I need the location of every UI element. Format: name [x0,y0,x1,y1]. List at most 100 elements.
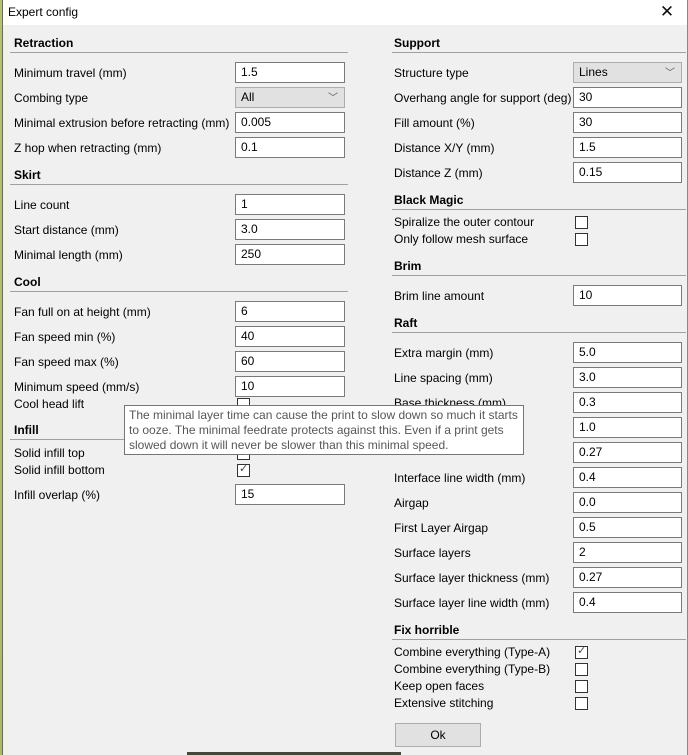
label-fan-speed-min: Fan speed min (%) [14,330,116,344]
input-extra-margin-mm[interactable]: 5.0 [573,342,682,363]
label-infill-overlap: Infill overlap (%) [14,488,101,502]
section-title-support: Support [394,36,440,50]
input-first-layer-airgap[interactable]: 0.5 [573,517,682,538]
label-solid-infill-top: Solid infill top [14,446,85,460]
section-divider [392,275,686,276]
label-z-hop-when-retracting-mm: Z hop when retracting (mm) [14,141,162,155]
input-distance-x-y-mm[interactable]: 1.5 [573,137,682,158]
label-start-distance-mm: Start distance (mm) [14,223,119,237]
section-divider [10,52,348,53]
input-surface-layer-line-width-mm[interactable]: 0.4 [573,592,682,613]
input-overhang-angle-for-support-deg[interactable]: 30 [573,87,682,108]
label-fan-speed-max: Fan speed max (%) [14,355,119,369]
section-divider [392,209,686,210]
input-fan-full-on-at-height-mm[interactable]: 6 [235,301,345,322]
checkbox-solid-infill-bottom[interactable]: ✓ [237,463,250,477]
input-distance-z-mm[interactable]: 0.15 [573,162,682,183]
title-bar: Expert config ✕ [3,0,687,25]
select-structure-type[interactable]: Lines ﹀ [573,62,682,83]
select-combing-type[interactable]: All ﹀ [235,87,345,108]
section-title-fix-horrible: Fix horrible [394,623,460,637]
label-fan-full-on-at-height-mm: Fan full on at height (mm) [14,305,151,319]
input-infill-overlap[interactable]: 15 [235,484,345,505]
checkmark-icon: ✓ [239,463,249,475]
label-spiralize-the-outer-contour: Spiralize the outer contour [394,215,535,229]
ok-button[interactable]: Ok [395,723,481,747]
input-brim-line-amount[interactable]: 10 [573,285,682,306]
label-extensive-stitching: Extensive stitching [394,696,494,710]
input-start-distance-mm[interactable]: 3.0 [235,219,345,240]
input-minimal-extrusion-before-retracting-mm[interactable]: 0.005 [235,112,345,133]
label-keep-open-faces: Keep open faces [394,679,485,693]
close-icon[interactable]: ✕ [655,2,679,22]
label-combine-everything-type-b: Combine everything (Type-B) [394,662,551,676]
chevron-down-icon: ﹀ [328,93,338,104]
section-divider [392,639,686,640]
input-line-count[interactable]: 1 [235,194,345,215]
label-surface-layers: Surface layers [394,546,471,560]
input-line-spacing-mm[interactable]: 3.0 [573,367,682,388]
label-solid-infill-bottom: Solid infill bottom [14,463,105,477]
checkbox-combine-everything-type-b[interactable] [575,663,588,676]
label-cool-head-lift: Cool head lift [14,397,85,411]
label-structure-type: Structure type [394,66,469,80]
input-fan-speed-min[interactable]: 40 [235,326,345,347]
input-raft-field-4[interactable]: 0.27 [573,442,682,463]
chevron-down-icon: ﹀ [665,68,675,79]
label-first-layer-airgap: First Layer Airgap [394,521,489,535]
section-title-infill: Infill [14,423,39,437]
label-line-count: Line count [14,198,70,212]
label-extra-margin-mm: Extra margin (mm) [394,346,494,360]
section-divider [10,291,348,292]
input-minimum-speed-mm-s[interactable]: 10 [235,376,345,397]
section-title-brim: Brim [394,259,422,273]
checkbox-only-follow-mesh-surface[interactable] [575,233,588,246]
checkbox-keep-open-faces[interactable] [575,680,588,693]
input-surface-layers[interactable]: 2 [573,542,682,563]
label-overhang-angle-for-support-deg: Overhang angle for support (deg) [394,91,572,105]
input-z-hop-when-retracting-mm[interactable]: 0.1 [235,137,345,158]
label-surface-layer-thickness-mm: Surface layer thickness (mm) [394,571,550,585]
section-title-skirt: Skirt [14,168,41,182]
section-divider [10,184,348,185]
input-minimal-length-mm[interactable]: 250 [235,244,345,265]
section-divider [392,52,686,53]
label-combing-type: Combing type [14,91,89,105]
label-brim-line-amount: Brim line amount [394,289,485,303]
checkmark-icon: ✓ [577,645,587,657]
section-title-raft: Raft [394,316,418,330]
label-minimum-travel-mm: Minimum travel (mm) [14,66,127,80]
label-minimal-length-mm: Minimal length (mm) [14,248,123,262]
input-fan-speed-max[interactable]: 60 [235,351,345,372]
label-distance-x-y-mm: Distance X/Y (mm) [394,141,495,155]
tooltip: The minimal layer time can cause the pri… [124,405,524,455]
label-surface-layer-line-width-mm: Surface layer line width (mm) [394,596,550,610]
label-line-spacing-mm: Line spacing (mm) [394,371,493,385]
window-title: Expert config [8,5,79,19]
input-surface-layer-thickness-mm[interactable]: 0.27 [573,567,682,588]
input-fill-amount[interactable]: 30 [573,112,682,133]
checkbox-spiralize-the-outer-contour[interactable] [575,216,588,229]
checkbox-extensive-stitching[interactable] [575,697,588,710]
label-distance-z-mm: Distance Z (mm) [394,166,483,180]
label-fill-amount: Fill amount (%) [394,116,475,130]
label-combine-everything-type-a: Combine everything (Type-A) [394,645,551,659]
input-minimum-travel-mm[interactable]: 1.5 [235,62,345,83]
checkbox-combine-everything-type-a[interactable]: ✓ [575,645,588,659]
label-minimal-extrusion-before-retracting-mm: Minimal extrusion before retracting (mm) [14,116,230,130]
section-divider [392,332,686,333]
section-title-cool: Cool [14,275,41,289]
input-base-thickness-mm[interactable]: 0.3 [573,392,682,413]
input-raft-field-3[interactable]: 1.0 [573,417,682,438]
input-airgap[interactable]: 0.0 [573,492,682,513]
select-value: All [241,90,255,104]
input-interface-line-width-mm[interactable]: 0.4 [573,467,682,488]
background-window-edge [0,0,3,755]
label-airgap: Airgap [394,496,429,510]
label-interface-line-width-mm: Interface line width (mm) [394,471,526,485]
select-value: Lines [579,65,608,79]
section-title-black-magic: Black Magic [394,193,464,207]
section-title-retraction: Retraction [14,36,74,50]
label-minimum-speed-mm-s: Minimum speed (mm/s) [14,380,140,394]
label-only-follow-mesh-surface: Only follow mesh surface [394,232,529,246]
